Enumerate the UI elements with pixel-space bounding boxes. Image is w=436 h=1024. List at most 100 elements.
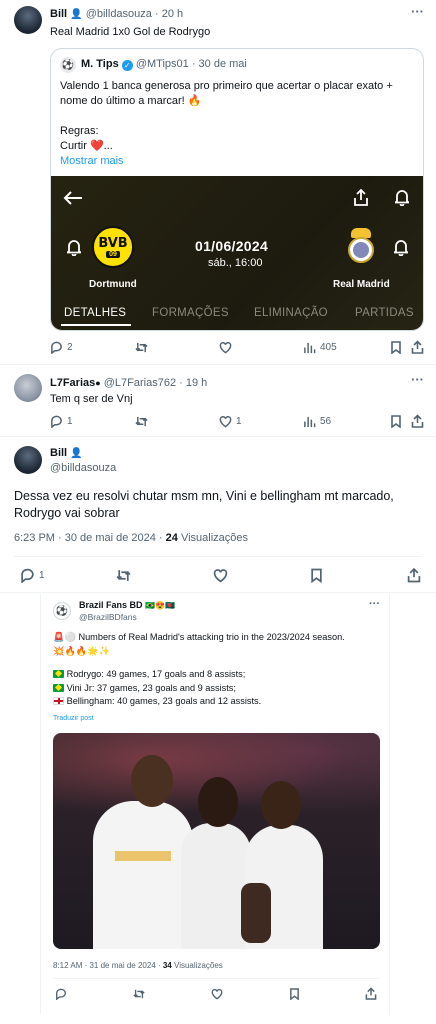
heart-icon[interactable] [213,568,228,583]
retweet-icon[interactable] [116,568,131,583]
share-icon[interactable] [365,987,377,1000]
football-icon: ⚽ [61,59,75,71]
bookmark-icon[interactable] [289,988,300,1000]
like-button[interactable] [219,341,232,354]
bell-icon [67,240,81,256]
divider [0,592,436,593]
quote-text-line: Valendo 1 banca generosa pro primeiro qu… [60,80,393,92]
more-icon[interactable]: ··· [411,4,424,19]
england-flag-icon [53,697,64,705]
author-handle: @MTips01 [135,58,189,70]
share-icon[interactable] [411,340,424,354]
share-icon[interactable] [407,567,421,583]
verified-icon: ✓ [121,60,133,71]
post-text-line: Numbers of Real Madrid's attacking trio … [78,632,345,642]
author-handle[interactable]: @billdasouza [50,462,116,474]
tweet-time: · 30 de mai [191,58,247,70]
apple-icon: ● [95,378,101,388]
match-date: 01/06/2024 [195,238,269,254]
stat-line: Vini Jr: 37 games, 23 goals and 9 assist… [66,682,236,693]
bookmark-icon[interactable] [390,341,402,354]
match-card-image[interactable]: BVB 09 Dortmund 01/06/2024 sáb., 16:00 R… [51,176,423,330]
bvb-logo: BVB 09 [92,226,134,268]
quote-text-line: Curtir ❤️... [60,140,113,152]
views-count: 24 [165,532,178,544]
tweet-text: Tem q ser de Vnj [50,393,133,405]
author-name[interactable]: Bill [50,8,67,20]
logo-icon: ⚽ [55,605,69,617]
reply-icon [51,341,62,354]
author-name: M. Tips [81,58,119,70]
reply-icon [21,568,34,583]
divider [14,556,422,557]
translate-link[interactable]: Traduzir post [53,715,94,722]
mask-icon: 👤 [70,9,83,20]
reply-icon [51,415,62,428]
views-button[interactable]: 405 [303,341,337,354]
reply-button[interactable]: 2 [50,341,73,354]
tab-formacoes: FORMAÇÕES [152,307,229,319]
tweet-time[interactable]: · 20 h [155,8,183,20]
embedded-post[interactable]: ⚽ Brazil Fans BD 🇧🇷😍🇧🇩 @BrazilBDfans ···… [40,594,390,1014]
reply-icon[interactable] [55,988,67,1000]
player-bellingham [93,801,193,949]
quoted-tweet[interactable]: ⚽ M. Tips ✓ @MTips01 · 30 de mai Valendo… [50,48,424,331]
tweet-time[interactable]: · 19 h [179,377,207,389]
bell-icon [394,240,408,256]
show-more-link[interactable]: Mostrar mais [60,154,393,169]
tweet-timestamp[interactable]: 6:23 PM · 30 de mai de 2024 · [14,532,163,544]
heart-icon [219,416,232,428]
retweet-icon [135,342,148,353]
tab-partidas: PARTIDAS [355,307,414,319]
retweet-icon [135,416,148,427]
retweet-button[interactable] [135,341,148,354]
brazil-flag-icon [53,669,64,678]
real-madrid-logo [348,228,374,266]
avatar[interactable] [14,6,42,34]
bell-icon [395,190,409,206]
author-emoji: 🇧🇷😍🇧🇩 [145,601,175,610]
avatar[interactable]: ⚽ [53,602,71,620]
views-icon [304,342,316,354]
divider [53,978,380,979]
avatar[interactable]: ⚽ [60,57,76,73]
more-icon[interactable]: ··· [411,372,424,387]
author-handle[interactable]: @L7Farias762 [104,377,176,389]
bookmark-icon[interactable] [390,415,402,428]
like-button[interactable]: 1 [219,415,242,428]
divider [0,436,436,437]
author-name: Brazil Fans BD [79,600,143,610]
bookmark-icon[interactable] [310,568,323,583]
quote-text-line: Regras: [60,125,99,137]
quote-text-line: nome do último a marcar! 🔥 [60,95,202,107]
share-icon[interactable] [411,414,424,428]
views-count: 34 [162,961,172,970]
avatar[interactable] [14,374,42,402]
tweet-text: Real Madrid 1x0 Gol de Rodrygo [50,26,211,38]
players-photo[interactable] [53,733,380,949]
avatar[interactable] [14,446,42,474]
tweet-text-line: Rodrygo vai sobrar [14,506,120,520]
author-name[interactable]: L7Farias [50,377,95,389]
retweet-button[interactable] [135,415,148,428]
author-name[interactable]: Bill [50,447,67,459]
author-handle[interactable]: @billdasouza [86,8,152,20]
active-tab-indicator [61,324,131,326]
match-day-time: sáb., 16:00 [208,257,263,269]
views-label: Visualizações [174,961,223,970]
retweet-icon[interactable] [133,988,145,1000]
views-label: Visualizações [180,532,249,544]
post-timestamp: 8:12 AM · 31 de mai de 2024 · [53,961,161,970]
reply-button[interactable]: 1 [20,568,45,583]
home-team-name: Dortmund [89,279,137,290]
stat-line: Bellingham: 40 games, 23 goals and 12 as… [66,696,262,706]
brazil-flag-icon [53,683,64,692]
flag-icon: 🚨⚪ [53,632,79,642]
more-icon[interactable]: ··· [369,598,380,610]
tab-detalhes: DETALHES [64,307,127,319]
heart-icon[interactable] [211,988,223,1000]
post-text-line: 💥🔥🔥🌟✨ [53,645,111,656]
views-button[interactable]: 56 [303,415,331,428]
mask-icon: 👤 [70,448,83,459]
reply-button[interactable]: 1 [50,415,73,428]
